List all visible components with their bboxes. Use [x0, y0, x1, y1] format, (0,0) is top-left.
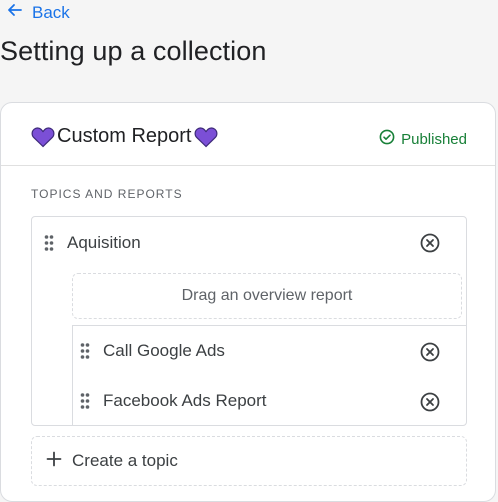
page-title: Setting up a collection: [0, 36, 267, 66]
status-text: Published: [401, 130, 467, 148]
back-label: Back: [32, 2, 70, 22]
report-title-text: Custom Report: [57, 125, 192, 147]
purple-heart-icon: [31, 126, 55, 148]
check-circle-icon: [379, 129, 395, 149]
report-title: Custom Report: [31, 125, 218, 148]
report-dropzone[interactable]: Drag an overview report: [72, 273, 462, 319]
section-label: TOPICS AND REPORTS: [31, 187, 183, 201]
divider: [72, 325, 466, 326]
create-topic-button[interactable]: Create a topic: [31, 436, 467, 486]
create-topic-label: Create a topic: [72, 451, 178, 470]
report-row: Facebook Ads Report: [80, 386, 266, 416]
arrow-left-icon: [6, 2, 22, 23]
report-name: Facebook Ads Report: [103, 391, 267, 410]
remove-report-icon[interactable]: [420, 342, 440, 362]
collection-card: Custom Report Published TOPICS AND REPOR…: [0, 102, 496, 502]
back-link[interactable]: Back: [6, 2, 70, 23]
remove-report-icon[interactable]: [420, 392, 440, 412]
nested-rail: [72, 325, 73, 425]
topic-card: Aquisition Drag an overview report Call …: [31, 216, 467, 426]
plus-icon: [46, 451, 62, 472]
drag-handle-icon[interactable]: [80, 342, 90, 360]
topic-name: Aquisition: [67, 233, 141, 252]
topic-row: Aquisition: [44, 228, 141, 258]
report-name: Call Google Ads: [103, 341, 225, 360]
report-row: Call Google Ads: [80, 336, 225, 366]
remove-topic-icon[interactable]: [420, 233, 440, 253]
drag-handle-icon[interactable]: [44, 234, 54, 252]
purple-heart-icon: [194, 126, 218, 148]
card-header: Custom Report Published: [1, 103, 495, 166]
status-badge: Published: [379, 129, 467, 149]
drag-handle-icon[interactable]: [80, 392, 90, 410]
